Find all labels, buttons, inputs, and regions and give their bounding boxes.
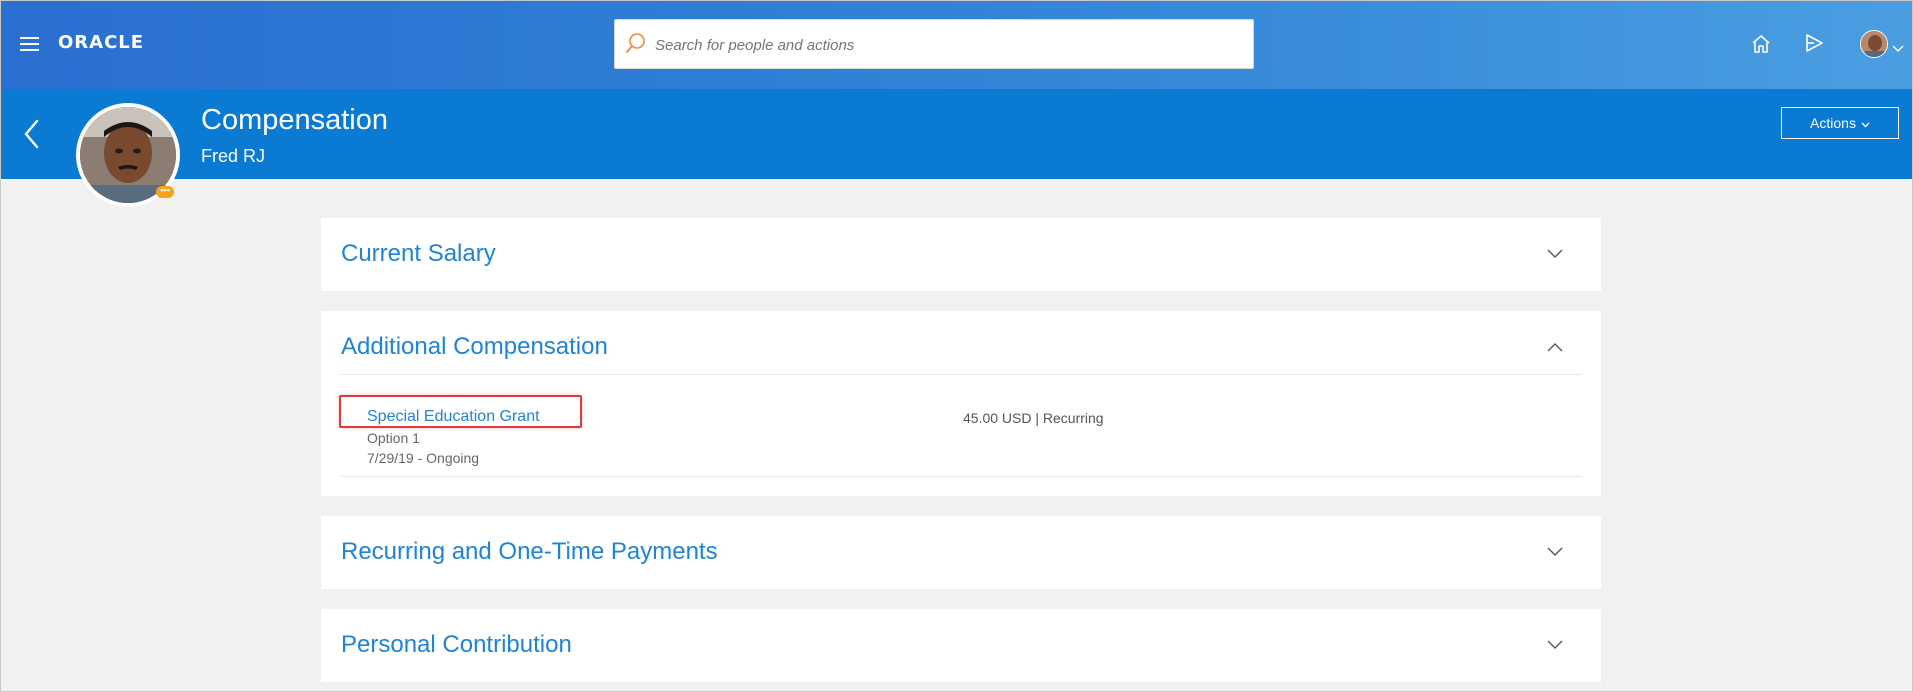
chevron-down-icon[interactable] (1547, 544, 1563, 562)
home-icon[interactable] (1750, 33, 1772, 60)
search-input[interactable] (655, 32, 1235, 58)
oracle-logo[interactable]: ORACLE (58, 32, 144, 53)
menu-icon[interactable] (20, 37, 40, 51)
global-header: ORACLE (0, 0, 1913, 89)
navigator-icon[interactable] (1803, 32, 1825, 59)
divider (341, 374, 1581, 375)
compensation-item-option: Option 1 (367, 430, 420, 446)
global-search[interactable] (614, 19, 1254, 69)
section-personal-contribution: Personal Contribution (321, 609, 1601, 682)
chevron-up-icon[interactable] (1547, 339, 1563, 357)
search-icon (625, 32, 647, 61)
section-title[interactable]: Current Salary (341, 240, 496, 268)
back-arrow-icon[interactable] (22, 118, 40, 155)
compensation-item-link[interactable]: Special Education Grant (367, 408, 540, 426)
chevron-down-icon (1861, 115, 1870, 131)
status-badge[interactable]: ••• (156, 186, 174, 198)
compensation-item-dates: 7/29/19 - Ongoing (367, 450, 480, 466)
section-title[interactable]: Additional Compensation (341, 333, 608, 361)
actions-label: Actions (1810, 115, 1856, 131)
chevron-down-icon[interactable] (1547, 637, 1563, 655)
section-recurring-payments: Recurring and One-Time Payments (321, 516, 1601, 589)
chevron-down-icon[interactable] (1547, 246, 1563, 264)
section-current-salary: Current Salary (321, 218, 1601, 291)
section-title[interactable]: Personal Contribution (341, 631, 572, 659)
page-title: Compensation (201, 104, 388, 136)
user-avatar[interactable] (1860, 30, 1888, 58)
person-name: Fred RJ (201, 146, 266, 166)
compensation-item-amount: 45.00 USD | Recurring (963, 410, 1104, 426)
section-title[interactable]: Recurring and One-Time Payments (341, 538, 718, 566)
section-additional-compensation: Additional Compensation Special Educatio… (321, 311, 1601, 496)
divider (341, 476, 1581, 477)
actions-button[interactable]: Actions (1781, 107, 1899, 139)
chevron-down-icon[interactable] (1892, 40, 1904, 58)
